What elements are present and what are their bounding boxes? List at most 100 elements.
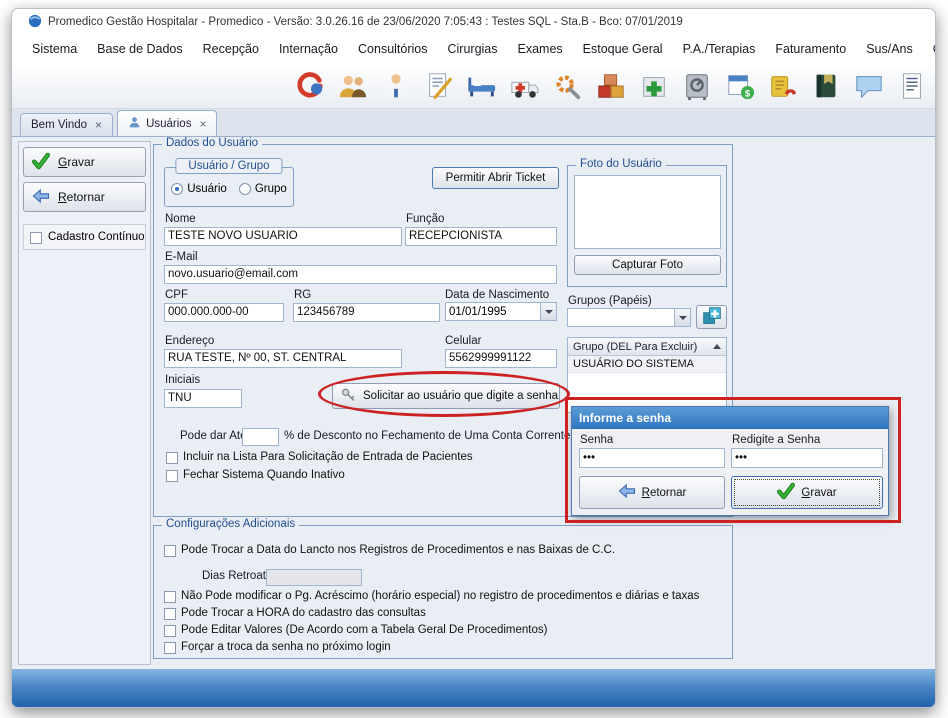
menu-bar: Sistema Base de Dados Recepção Internaçã… (12, 35, 935, 63)
checkbox-box[interactable] (164, 642, 176, 654)
checkbox-box[interactable] (164, 625, 176, 637)
billing-calendar-icon[interactable]: $ (725, 71, 755, 101)
gravar-label: Gravar (58, 155, 95, 169)
sort-up-icon (713, 344, 721, 349)
senha-label: Senha (580, 434, 613, 446)
menu-base-de-dados[interactable]: Base de Dados (87, 38, 192, 60)
nome-input[interactable] (164, 227, 402, 246)
grupos-papeis-combo[interactable] (567, 308, 691, 327)
funcao-input[interactable] (405, 227, 557, 246)
tab-label: Bem Vindo (31, 119, 87, 131)
grupos-papeis-label: Grupos (Papéis) (568, 295, 652, 307)
checkbox-box[interactable] (30, 232, 42, 244)
safe-icon[interactable] (682, 71, 712, 101)
retornar-button[interactable]: Retornar (23, 182, 146, 212)
permitir-abrir-ticket-button[interactable]: Permitir Abrir Ticket (432, 167, 559, 189)
nao-pode-pg-checkbox[interactable]: Não Pode modificar o Pg. Acréscimo (horá… (164, 590, 699, 603)
menu-pa-terapias[interactable]: P.A./Terapias (673, 38, 766, 60)
checkbox-box[interactable] (166, 452, 178, 464)
cadastro-continuo-checkbox[interactable]: Cadastro Contínuo (23, 224, 146, 250)
user-photo-placeholder (574, 175, 721, 249)
grupo-list-header[interactable]: Grupo (DEL Para Excluir) (568, 338, 726, 356)
patients-icon[interactable] (338, 71, 368, 101)
dialog-gravar-button[interactable]: Gravar (731, 476, 883, 509)
configuracoes-adicionais-groupbox: Configurações Adicionais Pode Trocar a D… (153, 525, 733, 659)
rg-input[interactable] (293, 303, 440, 322)
add-grupo-button[interactable] (696, 305, 727, 329)
fechar-sistema-checkbox[interactable]: Fechar Sistema Quando Inativo (166, 469, 345, 482)
cpf-input[interactable] (164, 303, 284, 322)
menu-faturamento[interactable]: Faturamento (765, 38, 856, 60)
solicitar-senha-label: Solicitar ao usuário que digite a senha (363, 390, 558, 402)
retornar-label: Retornar (58, 190, 105, 204)
solicitar-senha-button[interactable]: Solicitar ao usuário que digite a senha (332, 383, 560, 409)
endereco-label: Endereço (165, 335, 214, 347)
editar-valores-checkbox[interactable]: Pode Editar Valores (De Acordo com a Tab… (164, 624, 547, 637)
menu-exames[interactable]: Exames (508, 38, 573, 60)
iniciais-input[interactable] (164, 389, 242, 408)
trocar-data-checkbox[interactable]: Pode Trocar a Data do Lancto nos Registr… (164, 544, 615, 557)
tab-bem-vindo[interactable]: Bem Vindo × (20, 113, 113, 136)
nascimento-combo[interactable] (445, 302, 557, 321)
book-icon[interactable] (811, 71, 841, 101)
chevron-down-icon[interactable] (675, 308, 691, 327)
grupos-papeis-input[interactable] (567, 308, 675, 327)
stock-boxes-icon[interactable] (596, 71, 626, 101)
phone-book-icon[interactable] (768, 71, 798, 101)
prescription-icon[interactable] (424, 71, 454, 101)
trocar-hora-checkbox[interactable]: Pode Trocar a HORA do cadastro das consu… (164, 607, 426, 620)
dias-retroativos-input[interactable] (266, 569, 362, 586)
close-icon[interactable]: × (95, 118, 102, 132)
menu-internacao[interactable]: Internação (269, 38, 348, 60)
chevron-down-icon[interactable] (541, 302, 557, 321)
grupo-list-item-label: USUÁRIO DO SISTEMA (573, 358, 694, 370)
report-icon[interactable] (897, 71, 927, 101)
desconto-input[interactable] (242, 428, 279, 446)
pode-dar-ate-label: Pode dar Até: (180, 430, 250, 442)
globe-swirl-icon[interactable] (295, 71, 325, 101)
celular-input[interactable] (445, 349, 557, 368)
radio-usuario[interactable]: Usuário (171, 183, 227, 195)
redigite-senha-input[interactable] (731, 448, 883, 468)
capturar-foto-button[interactable]: Capturar Foto (574, 255, 721, 275)
checkbox-box[interactable] (164, 545, 176, 557)
menu-sus-ans[interactable]: Sus/Ans (856, 38, 923, 60)
list-item[interactable]: USUÁRIO DO SISTEMA (568, 356, 726, 373)
tab-usuarios[interactable]: Usuários × (117, 110, 217, 136)
endereco-input[interactable] (164, 349, 402, 368)
permitir-abrir-ticket-label: Permitir Abrir Ticket (446, 172, 546, 184)
forcar-troca-senha-checkbox[interactable]: Forçar a troca da senha no próximo login (164, 641, 391, 654)
menu-cirurgias[interactable]: Cirurgias (438, 38, 508, 60)
checkbox-box[interactable] (164, 608, 176, 620)
doctor-icon[interactable] (381, 71, 411, 101)
menu-recepcao[interactable]: Recepção (193, 38, 269, 60)
close-icon[interactable]: × (199, 117, 206, 131)
app-window: Promedico Gestão Hospitalar - Promedico … (11, 8, 936, 708)
gravar-button[interactable]: Gravar (23, 147, 146, 177)
radio-usuario-label: Usuário (187, 183, 227, 195)
radio-dot[interactable] (171, 183, 183, 195)
dialog-retornar-button[interactable]: Retornar (579, 476, 725, 509)
dialog-title: Informe a senha (579, 411, 671, 425)
maintenance-icon[interactable] (553, 71, 583, 101)
bed-icon[interactable] (467, 71, 497, 101)
radio-dot[interactable] (239, 183, 251, 195)
senha-input[interactable] (579, 448, 725, 468)
checkbox-box[interactable] (164, 591, 176, 603)
fechar-sistema-label: Fechar Sistema Quando Inativo (183, 469, 345, 481)
radio-grupo[interactable]: Grupo (239, 183, 287, 195)
checkbox-box[interactable] (166, 470, 178, 482)
ambulance-icon[interactable] (510, 71, 540, 101)
menu-estoque-geral[interactable]: Estoque Geral (573, 38, 673, 60)
rg-label: RG (294, 289, 311, 301)
chat-icon[interactable] (854, 71, 884, 101)
user-icon (128, 116, 141, 132)
menu-sistema[interactable]: Sistema (22, 38, 87, 60)
incluir-lista-checkbox[interactable]: Incluir na Lista Para Solicitação de Ent… (166, 451, 473, 464)
email-input[interactable] (164, 265, 557, 284)
bottom-status-bar (12, 669, 935, 708)
menu-caixa[interactable]: Caixa (923, 38, 935, 60)
nascimento-input[interactable] (445, 302, 541, 321)
pharmacy-icon[interactable] (639, 71, 669, 101)
menu-consultorios[interactable]: Consultórios (348, 38, 437, 60)
